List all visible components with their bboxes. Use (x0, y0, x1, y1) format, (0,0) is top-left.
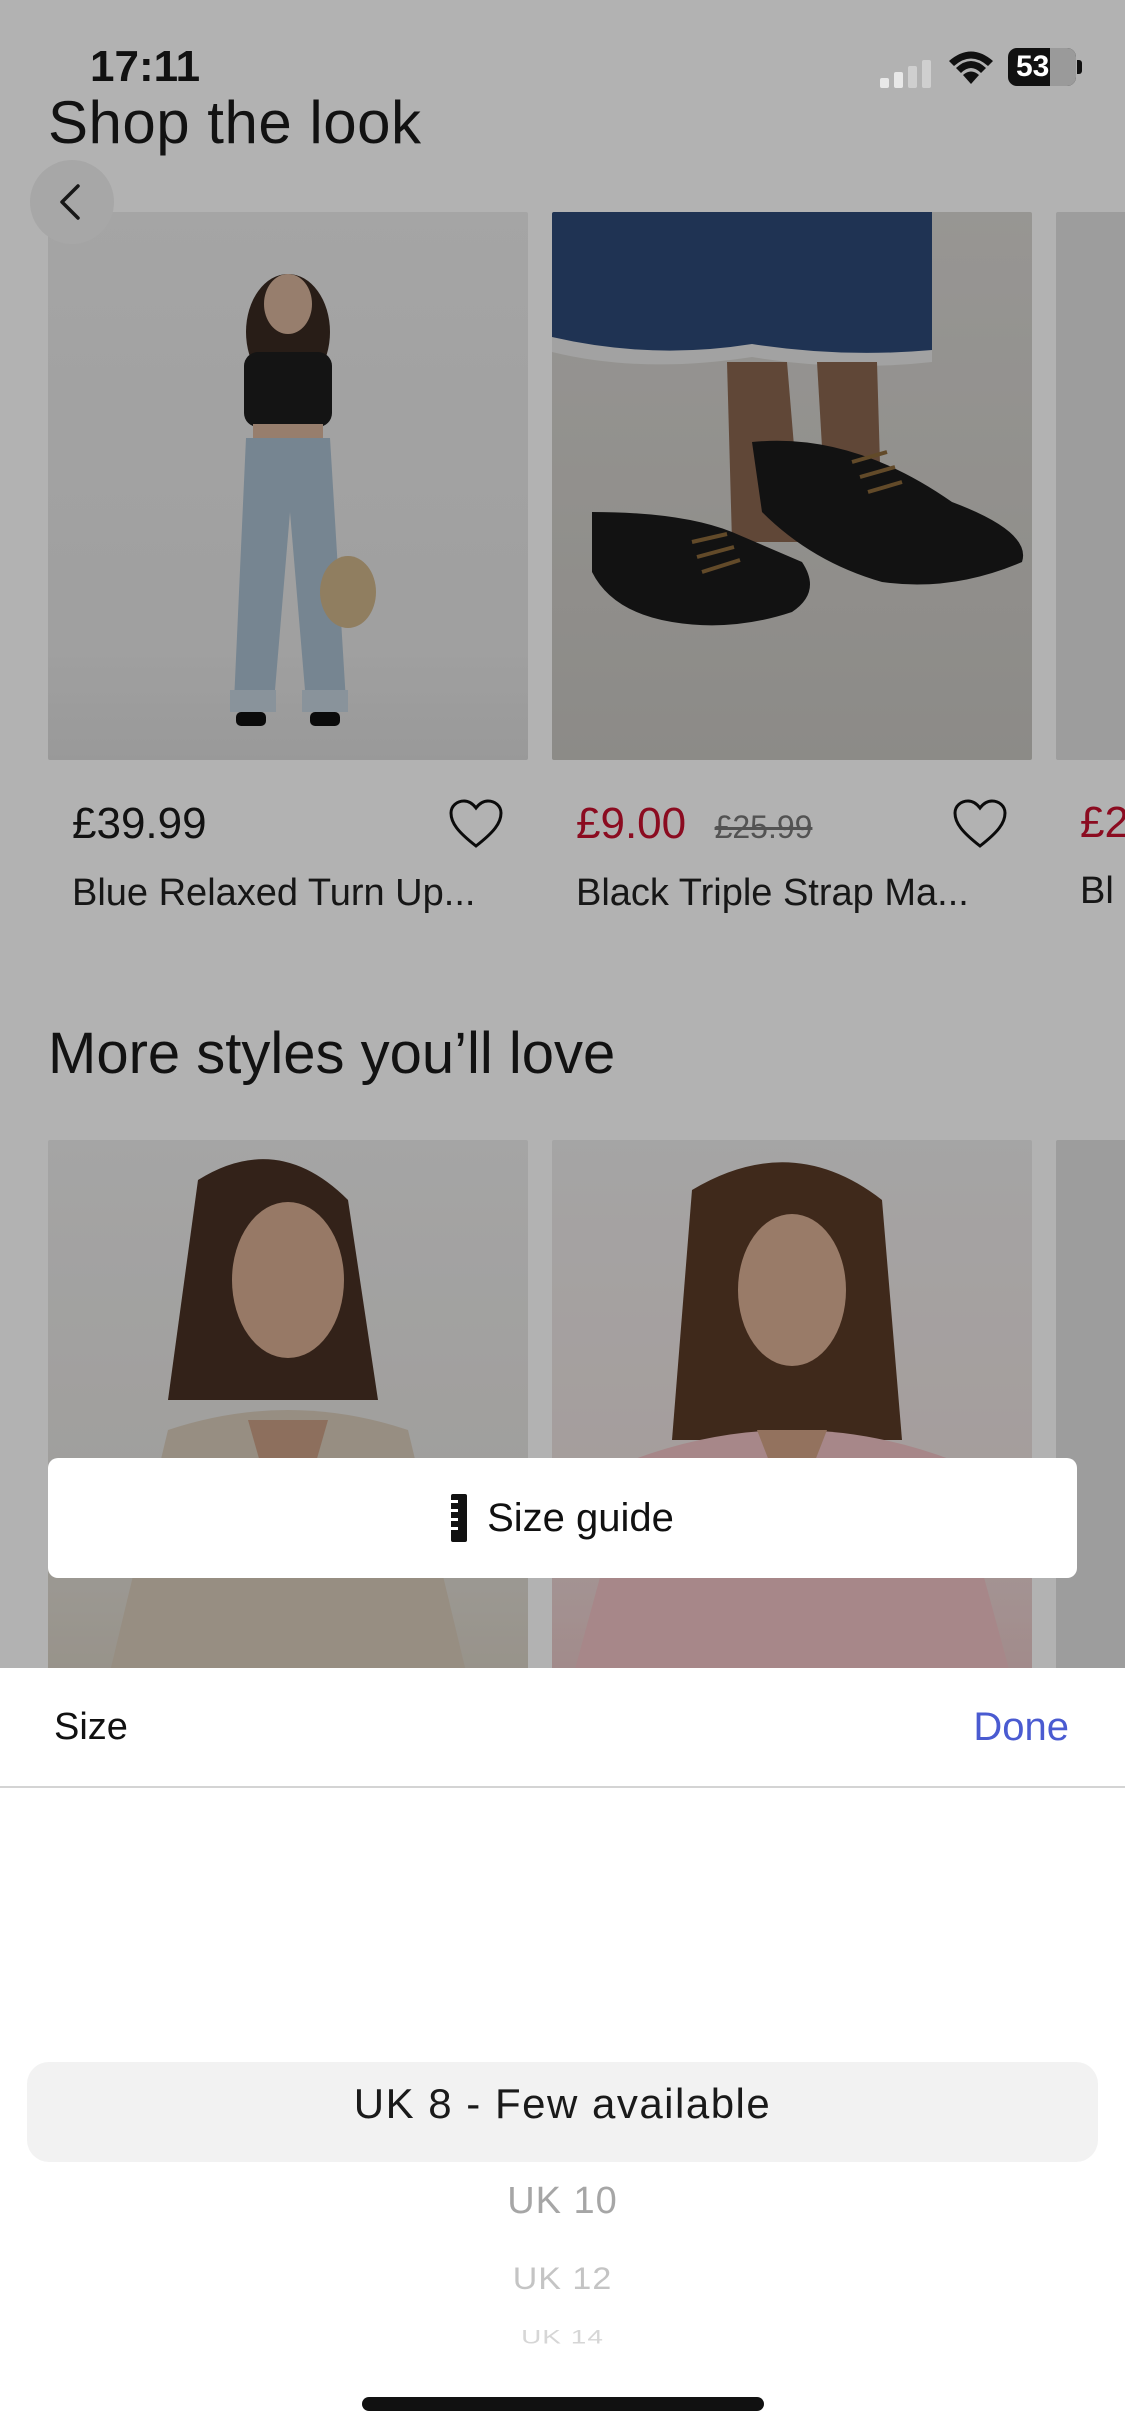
status-time: 17:11 (90, 42, 201, 91)
sheet-title: Size (54, 1705, 128, 1748)
size-guide-label: Size guide (487, 1495, 674, 1540)
sheet-header: Size Done (0, 1668, 1125, 1788)
wifi-icon (949, 51, 993, 84)
dim-overlay[interactable] (0, 0, 1125, 1668)
battery-icon: 53 (1008, 48, 1082, 86)
ruler-icon (451, 1494, 468, 1542)
status-bar: 17:11 53 (0, 0, 1125, 130)
size-wheel-picker[interactable]: UK 8 - Few available UK 10 UK 12 UK 14 (0, 1788, 1125, 2436)
size-option[interactable]: UK 14 (0, 2326, 1125, 2346)
size-option[interactable]: UK 12 (0, 2262, 1125, 2298)
size-option-selected[interactable]: UK 8 - Few available (0, 2080, 1125, 2128)
size-picker-sheet: Size Done UK 8 - Few available UK 10 UK … (0, 1668, 1125, 2436)
size-option[interactable]: UK 10 (0, 2180, 1125, 2223)
battery-level: 53 (1016, 50, 1050, 83)
size-guide-button[interactable]: Size guide (48, 1458, 1077, 1578)
cellular-signal-icon (880, 60, 931, 88)
home-indicator[interactable] (362, 2397, 764, 2411)
done-button[interactable]: Done (973, 1705, 1069, 1750)
